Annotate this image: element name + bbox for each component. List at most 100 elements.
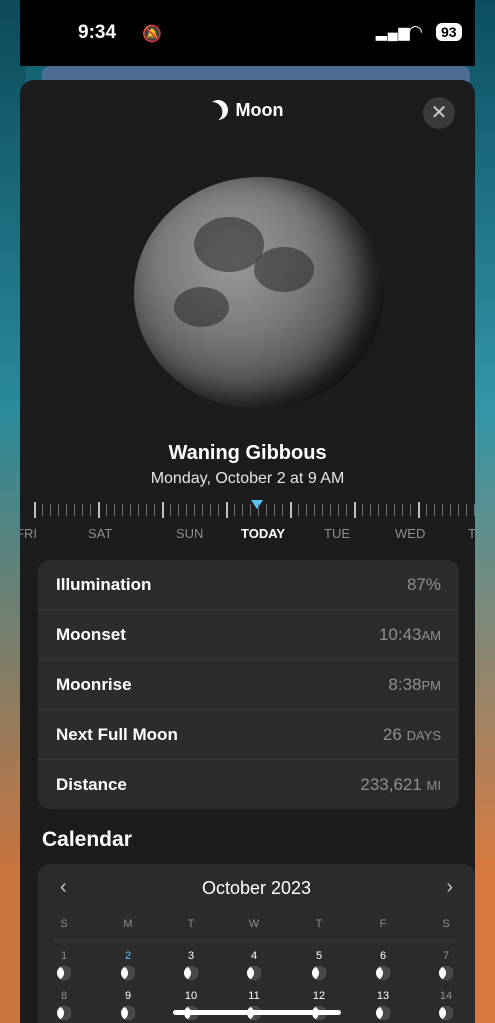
timeline-day: SAT [88,526,113,541]
weekday: M [123,918,133,930]
moonset-row: Moonset 10:43AM [38,610,459,660]
weekday: T [187,918,195,930]
day-number[interactable]: 11 [244,990,264,1002]
crescent-moon-icon [205,97,231,123]
moon-sheet: Moon ✕ Waning Gibbous Monday, October 2 … [20,80,475,1023]
day-number[interactable]: 9 [118,990,138,1002]
timeline-tick [130,504,131,516]
row-label: Distance [56,775,127,794]
timeline-tick [50,504,51,516]
day-number[interactable]: 6 [373,950,393,962]
day-number[interactable]: 12 [309,990,329,1002]
timeline-tick [66,504,67,516]
calendar-card: ‹ October 2023 › S M T W T F S 1 2 3 4 5… [38,864,475,1023]
row-label: Moonset [56,625,126,644]
timeline-tick [226,502,228,518]
day-number[interactable]: 1 [54,950,74,962]
timeline-tick [442,504,443,516]
day-number[interactable]: 10 [181,990,201,1002]
weekday: S [60,918,68,930]
timeline-tick [362,504,363,516]
timeline-tick [170,504,171,516]
row-label: Illumination [56,575,152,594]
timeline-tick [410,504,411,516]
timeline-tick [466,504,467,516]
row-value: 233,621 MI [360,775,441,794]
timeline-tick [210,504,211,516]
timeline-day: T [468,526,475,541]
day-number[interactable]: 4 [244,950,264,962]
weekday: S [442,918,450,930]
row-value: 87% [406,575,441,594]
moon-mare [194,217,264,272]
moon-phase-icon [57,1006,71,1020]
moon-phase-icon [121,966,135,980]
status-bar: 9:34 🔕 ▂▄▆ ◠ 93 [20,0,475,66]
timeline-tick [202,504,203,516]
moon-phase-icon [376,966,390,980]
status-time: 9:34 [78,22,117,43]
close-icon: ✕ [430,102,448,124]
timeline-tick [434,504,435,516]
timeline-tick [74,504,75,516]
cellular-signal-icon: ▂▄▆ [376,24,411,40]
timeline-tick [354,502,356,518]
phase-timeline-scrubber[interactable] [20,500,475,520]
home-indicator [173,1010,341,1015]
timeline-tick [426,504,427,516]
day-number[interactable]: 8 [54,990,74,1002]
day-number[interactable]: 7 [436,950,456,962]
row-value: 10:43AM [378,625,441,644]
moon-mare [174,287,229,327]
timeline-tick [154,504,155,516]
timeline-day: FRI [20,526,37,541]
moon-phase-icon [439,1006,453,1020]
timeline-tick [450,504,451,516]
timeline-tick [298,504,299,516]
next-month-button[interactable]: › [446,876,453,899]
day-number[interactable]: 3 [181,950,201,962]
timeline-tick [346,504,347,516]
timeline-day: WED [395,526,426,541]
timeline-tick [250,504,251,516]
calendar-title: Calendar [42,828,132,851]
title-text: Moon [235,100,284,120]
moon-mare [254,247,314,292]
moon-date: Monday, October 2 at 9 AM [150,470,345,487]
sheet-title: Moon [20,100,475,121]
day-number[interactable]: 5 [309,950,329,962]
timeline-tick [370,504,371,516]
timeline-tick [58,504,59,516]
close-button[interactable]: ✕ [423,97,455,129]
timeline-tick [138,504,139,516]
timeline-tick [186,504,187,516]
moon-phase-icon [184,966,198,980]
day-number[interactable]: 13 [373,990,393,1002]
moon-phase-icon [121,1006,135,1020]
timeline-tick [282,504,283,516]
timeline-tick [330,504,331,516]
timeline-tick [162,502,164,518]
timeline-tick [274,504,275,516]
row-label: Moonrise [56,675,132,694]
timeline-tick [394,504,395,516]
timeline-tick [314,504,315,516]
moon-phase-icon [439,966,453,980]
moon-phase-icon [57,966,71,980]
day-number[interactable]: 14 [436,990,456,1002]
moon-phase: Waning Gibbous [168,442,327,464]
silent-bell-icon: 🔕 [142,26,162,43]
timeline-tick [402,504,403,516]
day-number-today[interactable]: 2 [118,950,138,962]
wifi-icon: ◠ [408,22,423,41]
weekday: W [248,918,260,930]
current-position-marker [251,500,263,509]
timeline-tick [458,504,459,516]
battery-icon: 93 [436,23,462,41]
timeline-tick [266,504,267,516]
timeline-day: SUN [176,526,204,541]
timeline-tick [34,502,36,518]
next-full-moon-row: Next Full Moon 26 DAYS [38,710,459,760]
timeline-tick [258,504,259,516]
row-value: 8:38PM [388,675,441,694]
